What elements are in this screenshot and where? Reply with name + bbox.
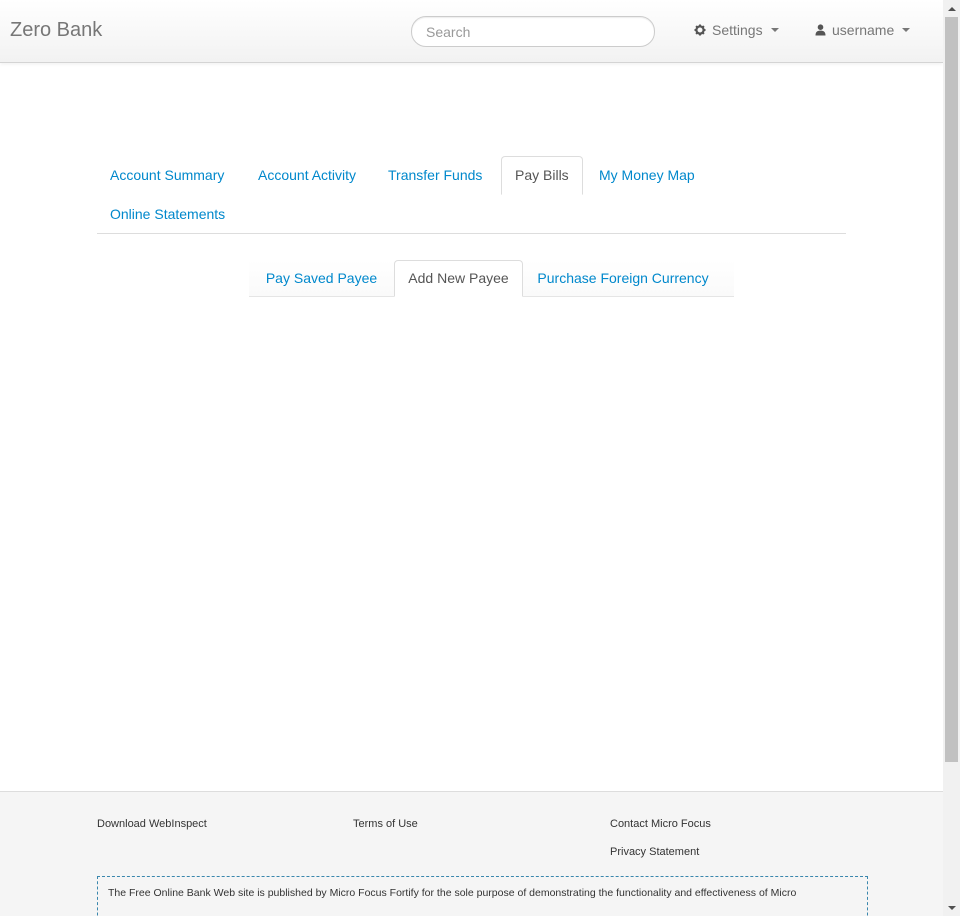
settings-label: Settings	[712, 22, 763, 38]
caret-down-icon	[902, 28, 911, 32]
search-input[interactable]	[411, 16, 655, 47]
disclaimer-text: The Free Online Bank Web site is publish…	[108, 887, 797, 899]
disclaimer-box: The Free Online Bank Web site is publish…	[97, 876, 868, 916]
download-webinspect-link[interactable]: Download WebInspect	[97, 818, 207, 830]
username-label: username	[832, 22, 895, 38]
tab-account-activity[interactable]: Account Activity	[245, 156, 369, 195]
pay-bills-subtabs: Pay Saved Payee Add New Payee Purchase F…	[249, 260, 734, 297]
subtab-add-new-payee[interactable]: Add New Payee	[394, 260, 523, 297]
tab-my-money-map[interactable]: My Money Map	[586, 156, 708, 195]
user-dropdown[interactable]: username	[815, 22, 911, 38]
main-tabs: Account Summary Account Activity Transfe…	[97, 156, 846, 234]
page: Zero Bank Settings username	[0, 0, 943, 916]
contact-link[interactable]: Contact Micro Focus	[610, 818, 711, 830]
vertical-scrollbar[interactable]	[943, 0, 960, 916]
tab-account-summary[interactable]: Account Summary	[97, 156, 237, 195]
terms-of-use-link[interactable]: Terms of Use	[353, 818, 418, 830]
tab-online-statements[interactable]: Online Statements	[97, 195, 238, 234]
caret-down-icon	[770, 28, 779, 32]
subtab-pay-saved-payee[interactable]: Pay Saved Payee	[249, 260, 394, 297]
scrollbar-thumb[interactable]	[945, 17, 958, 762]
scroll-down-icon[interactable]	[943, 899, 960, 916]
user-icon	[815, 24, 826, 36]
scroll-up-icon[interactable]	[943, 0, 960, 17]
tab-pay-bills[interactable]: Pay Bills	[501, 156, 583, 195]
tab-transfer-funds[interactable]: Transfer Funds	[375, 156, 495, 195]
brand-logo[interactable]: Zero Bank	[10, 19, 102, 42]
gear-icon	[694, 24, 706, 36]
subtab-purchase-foreign-currency[interactable]: Purchase Foreign Currency	[523, 260, 723, 297]
top-navbar: Zero Bank Settings username	[0, 0, 943, 63]
privacy-statement-link[interactable]: Privacy Statement	[610, 846, 699, 858]
settings-dropdown[interactable]: Settings	[694, 22, 779, 38]
